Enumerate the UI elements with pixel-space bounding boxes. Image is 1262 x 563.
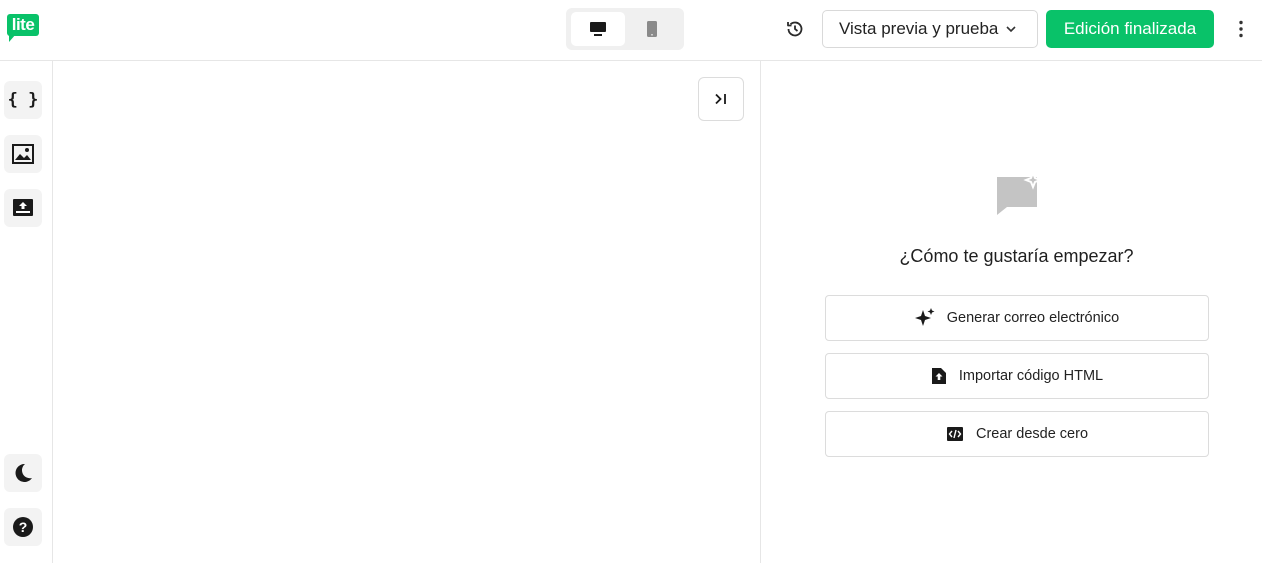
- generate-email-button[interactable]: Generar correo electrónico: [825, 295, 1209, 341]
- svg-text:?: ?: [19, 519, 28, 535]
- left-sidebar: { } ?: [0, 61, 53, 563]
- help-button[interactable]: ?: [4, 508, 42, 546]
- collapse-panel-button[interactable]: [698, 77, 744, 121]
- upload-button[interactable]: [4, 189, 42, 227]
- moon-icon: [15, 463, 32, 482]
- logo-text: lite: [7, 14, 39, 36]
- more-vertical-icon: [1239, 20, 1243, 38]
- upload-icon: [13, 199, 33, 216]
- code-braces-button[interactable]: { }: [4, 81, 42, 119]
- editing-done-button[interactable]: Edición finalizada: [1046, 10, 1214, 48]
- app-logo: lite: [7, 14, 39, 42]
- mobile-view-button[interactable]: [625, 12, 679, 46]
- desktop-view-button[interactable]: [571, 12, 625, 46]
- history-button[interactable]: [779, 13, 811, 45]
- code-file-icon: [946, 426, 964, 442]
- import-html-button[interactable]: Importar código HTML: [825, 353, 1209, 399]
- panel-heading: ¿Cómo te gustaría empezar?: [899, 246, 1134, 266]
- collapse-right-icon: [715, 93, 726, 105]
- import-html-label: Importar código HTML: [958, 368, 1104, 384]
- preview-and-test-button[interactable]: Vista previa y prueba: [822, 10, 1038, 48]
- code-braces-icon: { }: [7, 90, 39, 110]
- mobile-icon: [647, 21, 657, 37]
- generate-email-label: Generar correo electrónico: [946, 310, 1120, 326]
- chevron-down-icon: [1005, 25, 1017, 33]
- create-from-scratch-button[interactable]: Crear desde cero: [825, 411, 1209, 457]
- help-icon: ?: [13, 517, 33, 537]
- file-upload-icon: [931, 367, 947, 385]
- create-from-scratch-label: Crear desde cero: [975, 426, 1089, 442]
- image-icon: [12, 144, 34, 164]
- preview-and-test-label: Vista previa y prueba: [839, 19, 999, 38]
- history-icon: [787, 21, 803, 37]
- editor-canvas[interactable]: [53, 61, 761, 563]
- dark-mode-button[interactable]: [4, 454, 42, 492]
- top-bar: lite Vista previa y prueba Edición final…: [0, 0, 1262, 61]
- chat-sparkle-icon: [997, 173, 1043, 215]
- desktop-icon: [590, 22, 606, 36]
- device-toggle: [566, 8, 684, 50]
- more-options-button[interactable]: [1228, 14, 1254, 44]
- sparkle-icon: [914, 308, 935, 328]
- image-button[interactable]: [4, 135, 42, 173]
- start-panel: ¿Cómo te gustaría empezar? Generar corre…: [761, 61, 1262, 563]
